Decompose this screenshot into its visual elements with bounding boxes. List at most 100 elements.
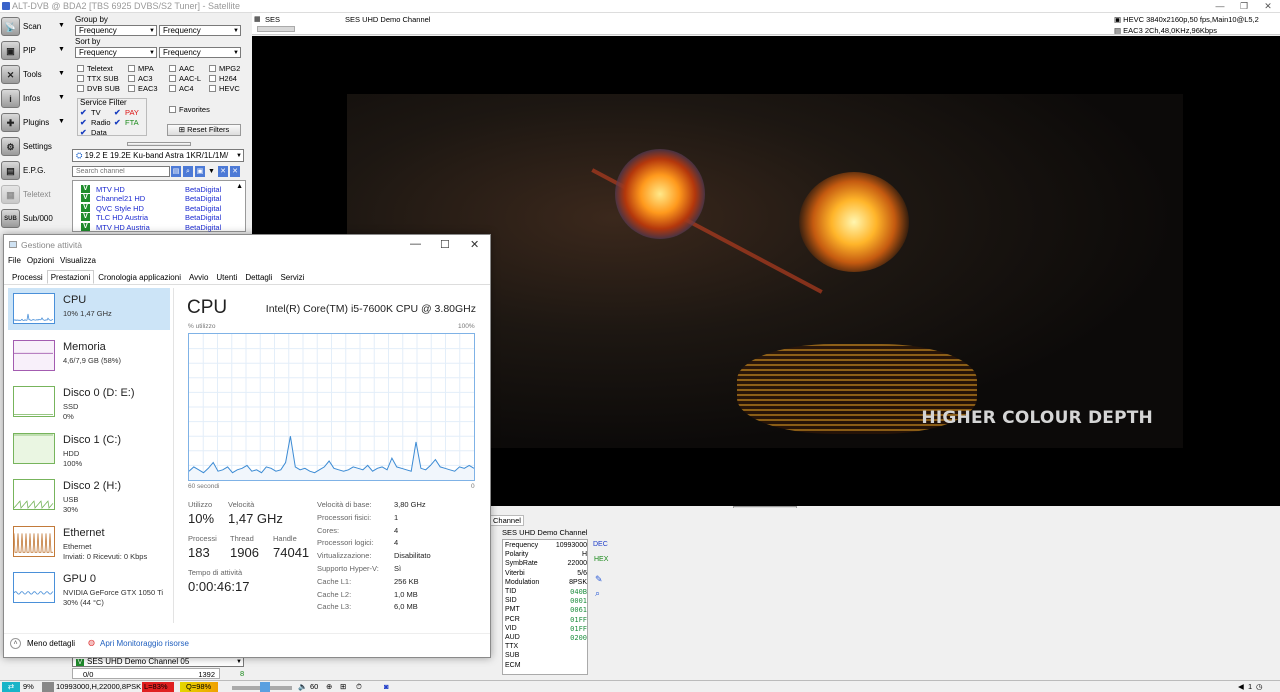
folder-icon[interactable]: ▣ <box>195 166 205 177</box>
chevron-down-icon[interactable]: ▼ <box>58 70 65 77</box>
signal-row: SymbRate 22000 <box>505 560 587 569</box>
radio-checkbox[interactable]: ✔ Radio <box>80 118 111 127</box>
teletext-checkbox[interactable]: Teletext <box>77 64 113 73</box>
tv-checkbox[interactable]: ✔ TV <box>80 108 101 117</box>
ac3-checkbox[interactable]: AC3 <box>128 74 153 83</box>
channel-row[interactable]: V Channel21 HD BetaDigital <box>75 194 233 203</box>
panel-splitter[interactable] <box>127 142 191 146</box>
menu-file[interactable]: File <box>8 256 21 265</box>
less-details-link[interactable]: Meno dettagli <box>27 639 75 648</box>
resource-item-cpu[interactable]: CPU 10% 1,47 GHz <box>8 288 170 330</box>
close-button[interactable]: ✕ <box>1256 0 1280 13</box>
toolbar-infos-button[interactable]: i Infos ▼ <box>0 88 70 110</box>
hex-button[interactable]: HEX <box>594 556 608 563</box>
tab-servizi[interactable]: Servizi <box>276 270 308 284</box>
edit-icon[interactable]: ✎ <box>595 574 603 585</box>
toolbar-plugins-button[interactable]: ✚ Plugins ▼ <box>0 112 70 134</box>
eac3-checkbox[interactable]: EAC3 <box>128 84 158 93</box>
resource-item-gpu-0[interactable]: GPU 0 NVIDIA GeForce GTX 1050 Ti 30% (44 °… <box>8 567 170 609</box>
sort-by-select-2[interactable]: Frequency ▼ <box>159 47 241 58</box>
restore-button[interactable]: ❐ <box>1232 0 1256 13</box>
filter-list-icon[interactable]: ▤ <box>171 166 181 177</box>
window-title: ALT-DVB @ BDA2 [TBS 6925 DVBS/S2 Tuner] … <box>12 1 241 11</box>
scroll-left-icon[interactable]: ◀ <box>1238 682 1244 692</box>
tab-prestazioni[interactable]: Prestazioni <box>46 270 95 284</box>
chevron-down-icon[interactable]: ▼ <box>208 166 216 177</box>
ttx-sub-checkbox[interactable]: TTX SUB <box>77 74 119 83</box>
group-by-select-2[interactable]: Frequency ▼ <box>159 25 241 36</box>
toolbar-pip-button[interactable]: ▣ PIP ▼ <box>0 40 70 62</box>
volume-thumb[interactable] <box>260 682 270 692</box>
h264-checkbox[interactable]: H264 <box>209 74 237 83</box>
channel-row[interactable]: V MTV HD BetaDigital <box>75 185 233 194</box>
toolbar-e-p-g-button[interactable]: ▤ E.P.G. <box>0 160 70 182</box>
grid-icon[interactable]: ▦ <box>254 15 261 23</box>
camera-icon[interactable]: ◙ <box>384 682 389 692</box>
clear-icon[interactable]: ✕ <box>230 166 240 177</box>
chevron-down-icon[interactable]: ▼ <box>58 94 65 101</box>
tab-avvio[interactable]: Avvio <box>185 270 212 284</box>
hevc-checkbox[interactable]: HEVC <box>209 84 240 93</box>
resource-item-ethernet[interactable]: Ethernet Ethernet Inviati: 0 Ricevuti: 0 K… <box>8 521 170 563</box>
scroll-up-icon[interactable]: ▲ <box>236 183 243 190</box>
task-manager-window[interactable]: Gestione attività — ☐ ✕ File Opzioni Vis… <box>3 234 491 658</box>
resource-name: GPU 0 <box>63 573 97 585</box>
fta-checkbox[interactable]: ✔ FTA <box>114 118 139 127</box>
sort-icon[interactable]: ✕ <box>218 166 228 177</box>
tab-dettagli[interactable]: Dettagli <box>241 270 276 284</box>
open-resource-monitor-link[interactable]: Apri Monitoraggio risorse <box>100 639 189 648</box>
search-icon[interactable]: ⌕ <box>183 166 193 177</box>
dec-button[interactable]: DEC <box>593 541 608 548</box>
sort-by-select-1[interactable]: Frequency ▼ <box>75 47 157 58</box>
resource-item-disco-2-h[interactable]: Disco 2 (H:) USB 30% <box>8 474 170 516</box>
data-checkbox[interactable]: ✔ Data <box>80 128 107 137</box>
resource-item-disco-0-d-e[interactable]: Disco 0 (D: E:) SSD 0% <box>8 381 170 423</box>
toolbar-tools-button[interactable]: ✕ Tools ▼ <box>0 64 70 86</box>
record-icon[interactable]: ⊕ <box>326 682 332 692</box>
zoom-icon[interactable]: ⌕ <box>595 588 600 599</box>
favorites-checkbox[interactable]: Favorites <box>169 105 210 114</box>
search-channel-input[interactable] <box>72 166 170 177</box>
tm-close-button[interactable]: ✕ <box>470 238 479 251</box>
resource-item-disco-1-c[interactable]: Disco 1 (C:) HDD 100% <box>8 428 170 470</box>
tm-maximize-button[interactable]: ☐ <box>440 238 450 251</box>
menu-view[interactable]: Visualizza <box>60 256 96 265</box>
channel-list[interactable]: ▲ V MTV HD BetaDigital V Channel21 HD BetaDig… <box>72 180 246 232</box>
toolbar-sub-000-button[interactable]: SUB Sub/000 <box>0 208 70 230</box>
signal-channel-name: SES UHD Demo Channel <box>502 528 588 537</box>
chevron-down-icon[interactable]: ▼ <box>58 118 65 125</box>
dvb-sub-checkbox[interactable]: DVB SUB <box>77 84 120 93</box>
channel-row[interactable]: V MTV HD Austria BetaDigital <box>75 222 233 232</box>
chevron-up-icon[interactable]: ˄ <box>10 638 21 649</box>
speaker-icon[interactable]: 🔈 <box>298 682 307 692</box>
ac4-checkbox[interactable]: AC4 <box>169 84 194 93</box>
aac-l-checkbox[interactable]: AAC-L <box>169 74 201 83</box>
signal-key: AUD <box>505 634 520 641</box>
tab-cronologia-applicazioni[interactable]: Cronologia applicazioni <box>94 270 185 284</box>
mpg2-checkbox[interactable]: MPG2 <box>209 64 240 73</box>
chevron-down-icon[interactable]: ▼ <box>58 46 65 53</box>
channel-row[interactable]: V QVC Style HD BetaDigital <box>75 203 233 213</box>
tab-utenti[interactable]: Utenti <box>212 270 241 284</box>
minimize-button[interactable]: — <box>1208 0 1232 13</box>
chevron-down-icon[interactable]: ▼ <box>58 22 65 29</box>
lock-icon[interactable]: ⊞ <box>340 682 346 692</box>
tab-processi[interactable]: Processi <box>8 270 47 284</box>
channel-tab[interactable]: Channel <box>490 515 524 526</box>
aac-checkbox[interactable]: AAC <box>169 64 194 73</box>
reset-filters-button[interactable]: ⊞ Reset Filters <box>167 124 241 136</box>
channel-row[interactable]: V TLC HD Austria BetaDigital <box>75 213 233 222</box>
spec-label: Cache L3: <box>317 602 352 612</box>
timer-icon[interactable]: ⏱ <box>356 682 362 692</box>
pay-checkbox[interactable]: ✔ PAY <box>114 108 139 117</box>
toolbar-settings-button[interactable]: ⚙ Settings <box>0 136 70 158</box>
group-by-select-1[interactable]: Frequency ▼ <box>75 25 157 36</box>
resource-item-memoria[interactable]: Memoria 4,6/7,9 GB (58%) <box>8 335 170 377</box>
toolbar-label: Infos <box>23 94 41 103</box>
mpa-checkbox[interactable]: MPA <box>128 64 154 73</box>
resource-thumbnail <box>13 339 55 371</box>
tm-minimize-button[interactable]: — <box>410 238 421 250</box>
satellite-select[interactable]: ⛭ 19.2 E 19.2E Ku-band Astra 1KR/1L/1M/▼ <box>72 149 244 162</box>
menu-options[interactable]: Opzioni <box>27 256 54 265</box>
toolbar-scan-button[interactable]: 📡 Scan ▼ <box>0 16 70 38</box>
